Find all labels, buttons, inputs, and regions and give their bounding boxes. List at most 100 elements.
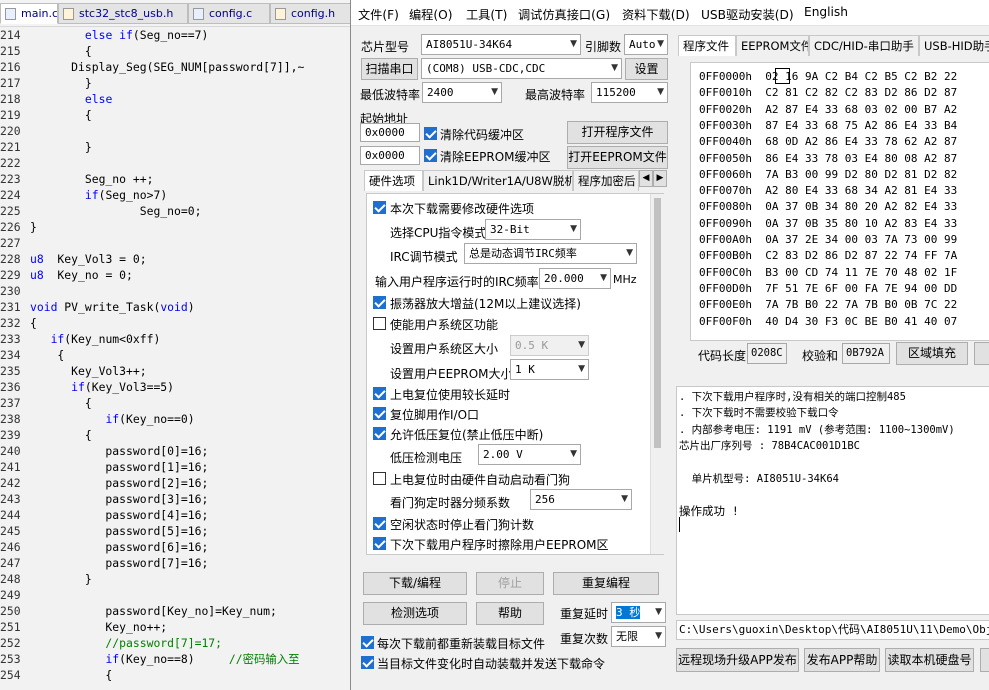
isp-programmer-window: 文件(F) 编程(O) 工具(T) 调试仿真接口(G) 资料下载(D) USB驱… [350, 0, 989, 690]
tab-program-file[interactable]: 程序文件 [678, 35, 736, 56]
long-reset-delay-checkbox[interactable] [373, 387, 386, 400]
scan-port-button[interactable]: 扫描串口 [361, 58, 418, 80]
reload-before-download-checkbox[interactable] [361, 636, 374, 649]
menu-english[interactable]: English [804, 5, 848, 19]
tab-stc32-stc8-usb-h[interactable]: stc32_stc8_usb.h [58, 3, 188, 24]
more-bottom-button[interactable] [980, 648, 989, 672]
wdt-divider-select[interactable]: 256 ▼ [530, 489, 632, 510]
menu-downloads[interactable]: 资料下载(D) [622, 5, 690, 23]
keyword-token: if [105, 652, 120, 666]
log-line: 单片机型号: AI8051U-34K64 [679, 472, 839, 485]
tab-config-h[interactable]: config.h [270, 3, 352, 24]
scrollbar-thumb[interactable] [654, 198, 661, 448]
chevron-down-icon: ▼ [611, 63, 618, 73]
tab-config-c[interactable]: config.c [188, 3, 270, 24]
menu-tools[interactable]: 工具(T) [466, 5, 507, 23]
code-line: 236 if(Key_Vol3==5) [0, 379, 352, 395]
menu-file[interactable]: 文件(F) [358, 5, 399, 23]
tab-scroll-right-button[interactable]: ▶ [653, 170, 667, 187]
clear-code-buffer-checkbox[interactable] [424, 127, 437, 140]
min-baud-select[interactable]: 2400 ▼ [422, 82, 502, 103]
user-system-size-select[interactable]: 0.5 K ▼ [510, 335, 589, 356]
menu-program[interactable]: 编程(O) [409, 5, 452, 23]
line-number: 243 [0, 492, 21, 506]
pins-select[interactable]: Auto ▼ [624, 34, 668, 55]
code-text: { [30, 668, 112, 682]
repeat-count-label: 重复次数 [560, 632, 609, 646]
file-path-field[interactable]: C:\Users\guoxin\Desktop\代码\AI8051U\11\De… [676, 620, 989, 640]
code-token: Key_no++; [30, 620, 168, 634]
code-text: if(Key_num<0xff) [30, 332, 161, 346]
help-button[interactable]: 帮助 [476, 602, 544, 625]
reset-pin-io-checkbox[interactable] [373, 407, 386, 420]
tab-eeprom-file[interactable]: EEPROM文件 [736, 35, 809, 56]
download-program-button[interactable]: 下载/编程 [363, 572, 467, 595]
publish-app-help-button[interactable]: 发布APP帮助 [804, 648, 880, 672]
lvd-select[interactable]: 2.00 V ▼ [478, 444, 581, 465]
irc-mode-select[interactable]: 总是动态调节IRC频率 ▼ [464, 243, 637, 264]
code-token: password[3]=16; [30, 492, 209, 506]
tab-scroll-left-button[interactable]: ◀ [639, 170, 653, 187]
menu-debug[interactable]: 调试仿真接口(G) [518, 5, 610, 23]
eeprom-size-select[interactable]: 1 K ▼ [510, 359, 589, 380]
clear-eeprom-buffer-label: 清除EEPROM缓冲区 [440, 150, 551, 164]
remote-upgrade-publish-button[interactable]: 远程现场升级APP发布 [676, 648, 799, 672]
hex-row: 0FF0070h A2 80 E4 33 68 34 A2 81 E4 33 [699, 183, 957, 199]
read-disk-id-button[interactable]: 读取本机硬盘号 [885, 648, 974, 672]
tab-usb-hid-assistant[interactable]: USB-HID助手 [919, 35, 989, 56]
menu-usb-driver[interactable]: USB驱动安装(D) [701, 5, 794, 23]
fill-region-button[interactable]: 区域填充 [896, 342, 968, 365]
eeprom-size-label: 设置用户EEPROM大小 [390, 367, 513, 381]
open-program-file-button[interactable]: 打开程序文件 [567, 121, 668, 144]
code-area[interactable]: 214 else if(Seg_no==7) 215 {216 Display_S… [0, 27, 352, 690]
tab-encryption[interactable]: 程序加密后 [573, 170, 639, 191]
repeat-count-select[interactable]: 无限 ▼ [611, 626, 666, 647]
tab-main-c[interactable]: main.c [0, 3, 58, 24]
irc-freq-select[interactable]: 20.000 ▼ [539, 268, 611, 289]
code-text: } [30, 140, 92, 154]
more-button[interactable] [974, 342, 989, 365]
code-start-address-input[interactable]: 0x0000 [360, 123, 420, 142]
code-token: } [30, 572, 92, 586]
settings-button[interactable]: 设置 [625, 58, 668, 80]
hex-row: 0FF0010h C2 81 C2 82 C2 83 D2 86 D2 87 [699, 85, 957, 101]
tab-cdc-serial-assistant[interactable]: CDC/HID-串口助手 [809, 35, 919, 56]
tab-offline-writer[interactable]: Link1D/Writer1A/U8W脱机 [423, 170, 573, 191]
modify-hw-options-checkbox[interactable] [373, 201, 386, 214]
line-number: 225 [0, 204, 21, 218]
tab-hardware-options[interactable]: 硬件选项 [364, 170, 423, 191]
repeat-delay-select[interactable]: 3 秒 ▼ [611, 602, 666, 623]
line-number: 224 [0, 188, 21, 202]
hex-bytes: 0A 37 0B 34 80 20 A2 82 E4 33 [765, 200, 958, 214]
auto-load-on-change-checkbox[interactable] [361, 656, 374, 669]
cpu-mode-select[interactable]: 32-Bit ▼ [485, 219, 581, 240]
erase-eeprom-checkbox[interactable] [373, 537, 386, 550]
port-select[interactable]: (COM8) USB-CDC,CDC ▼ [421, 58, 622, 79]
code-text: Key_Vol3++; [30, 364, 146, 378]
output-log[interactable]: . 下次下载用户程序时,没有相关的端口控制485 . 下次下载时不需要校验下载口令… [676, 386, 989, 615]
code-text: if(Key_Vol3==5) [30, 380, 174, 394]
idle-stop-wdt-label: 空闲状态时停止看门狗计数 [390, 518, 535, 532]
low-voltage-reset-checkbox[interactable] [373, 427, 386, 440]
hex-bytes: 87 E4 33 68 75 A2 86 E4 33 B4 [765, 118, 958, 132]
check-options-button[interactable]: 检测选项 [363, 602, 467, 625]
hex-cursor [775, 68, 790, 84]
chip-select[interactable]: AI8051U-34K64 ▼ [421, 34, 581, 55]
eeprom-start-address-input[interactable]: 0x0000 [360, 146, 420, 165]
repeat-program-button[interactable]: 重复编程 [553, 572, 659, 595]
clear-eeprom-buffer-checkbox[interactable] [424, 149, 437, 162]
hex-row: 0FF0020h A2 87 E4 33 68 03 02 00 B7 A2 [699, 102, 957, 118]
stop-button[interactable]: 停止 [476, 572, 544, 595]
hw-options-scrollbar[interactable] [650, 194, 664, 554]
osc-gain-checkbox[interactable] [373, 296, 386, 309]
open-eeprom-file-button[interactable]: 打开EEPROM文件 [567, 146, 668, 169]
user-system-area-checkbox[interactable] [373, 317, 386, 330]
wdt-auto-start-checkbox[interactable] [373, 472, 386, 485]
hex-viewer[interactable]: 0FF0000h 02 16 9A C2 B4 C2 B5 C2 B2 22 0F… [690, 62, 989, 341]
line-number: 252 [0, 636, 21, 650]
code-text: if(Key_no==0) [30, 412, 194, 426]
idle-stop-wdt-checkbox[interactable] [373, 517, 386, 530]
max-baud-select[interactable]: 115200 ▼ [591, 82, 668, 103]
